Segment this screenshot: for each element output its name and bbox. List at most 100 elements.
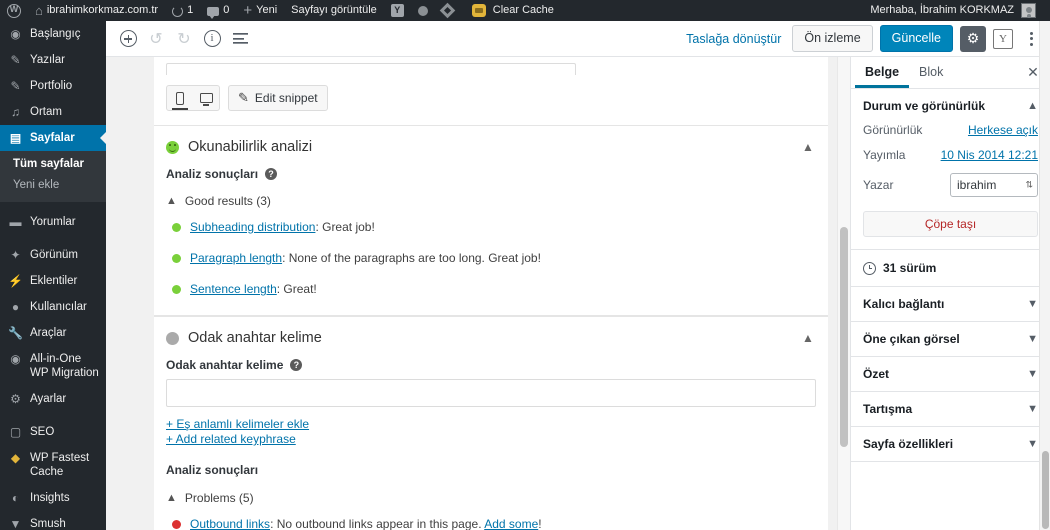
sidebar-item-smush[interactable]: ▼ Smush [0, 511, 106, 530]
page-scrollbar-thumb[interactable] [1042, 451, 1049, 529]
chevron-up-icon[interactable]: ▲ [800, 141, 816, 153]
help-icon[interactable]: ? [265, 168, 278, 180]
analysis-result-link[interactable]: Outbound links [190, 517, 270, 530]
sidebar-item-label: Portfolio [30, 80, 73, 92]
content-scrollbar[interactable] [837, 57, 850, 530]
sidebar-item-ortam[interactable]: ♫ Ortam [0, 99, 106, 125]
analysis-action-link[interactable]: Add some [484, 517, 538, 530]
visibility-link[interactable]: Herkese açık [968, 123, 1038, 137]
wordpress-logo-icon [7, 2, 21, 18]
chevron-up-icon[interactable]: ▲ [800, 332, 816, 344]
edit-snippet-button[interactable]: Edit snippet [228, 85, 328, 111]
keyphrase-problems-group[interactable]: ▲ Problems (5) [166, 491, 816, 505]
device-preview-toggle[interactable] [166, 85, 220, 111]
site-name-menu[interactable]: ibrahimkorkmaz.com.tr [28, 0, 165, 21]
focus-keyphrase-input[interactable] [166, 379, 816, 407]
sidebar-item-yorumlar[interactable]: ▬ Yorumlar [0, 209, 106, 235]
sidebar-item-ayarlar[interactable]: ⚙ Ayarlar [0, 386, 106, 412]
analysis-result-link[interactable]: Sentence length [190, 282, 277, 296]
switch-to-draft-button[interactable]: Taslağa dönüştür [682, 32, 785, 46]
analysis-result-rest: : Great job! [315, 220, 375, 234]
help-icon[interactable]: ? [290, 359, 303, 371]
sidebar-subitem-yeni-ekle[interactable]: Yeni ekle [0, 175, 106, 196]
sidebar-item-label: Smush [30, 518, 66, 530]
publish-date-link[interactable]: 10 Nis 2014 12:21 [941, 148, 1038, 162]
keyphrase-section-header[interactable]: Odak anahtar kelime ▲ [166, 317, 816, 358]
readability-section-header[interactable]: Okunabilirlik analizi ▲ [166, 126, 816, 167]
sidebar-item-insights[interactable]: ◐ Insights [0, 485, 106, 511]
sidebar-item-kullanicilar[interactable]: ● Kullanıcılar [0, 294, 106, 320]
chevron-down-icon: ▼ [1027, 368, 1038, 380]
status-dot-good [172, 223, 181, 232]
sidebar-item-portfolio[interactable]: ✎ Portfolio [0, 73, 106, 99]
block-navigation-button[interactable] [226, 25, 254, 53]
page-scrollbar[interactable] [1039, 21, 1050, 530]
sidebar-item-baslangic[interactable]: ◉ Başlangıç [0, 21, 106, 47]
content-structure-button[interactable] [198, 25, 226, 53]
clear-cache-menu[interactable]: Clear Cache [460, 0, 561, 21]
discussion-panel-header[interactable]: Tartışma ▼ [851, 392, 1050, 426]
excerpt-panel-header[interactable]: Özet ▼ [851, 357, 1050, 391]
page-attributes-panel-header[interactable]: Sayfa özellikleri ▼ [851, 427, 1050, 461]
sidebar-item-yazilar[interactable]: ✎ Yazılar [0, 47, 106, 73]
yoast-sidebar-button[interactable]: Y [993, 28, 1013, 49]
comments-menu[interactable]: 0 [200, 0, 236, 21]
mobile-preview-button[interactable] [167, 86, 193, 110]
sidebar-item-label: WP Fastest Cache [30, 452, 90, 478]
sidebar-subitem-tum-sayfalar[interactable]: Tüm sayfalar [0, 154, 106, 175]
content-scrollbar-thumb[interactable] [840, 227, 848, 447]
add-related-keyphrase-link[interactable]: + Add related keyphrase [166, 432, 816, 447]
analysis-result-link[interactable]: Paragraph length [190, 251, 282, 265]
status-visibility-panel-header[interactable]: Durum ve görünürlük ▲ [851, 89, 1050, 123]
sidebar-item-gorunum[interactable]: ✦ Görünüm [0, 242, 106, 268]
sidebar-item-all-in-one-wp-migration[interactable]: ◉ All-in-One WP Migration [0, 346, 106, 386]
status-visibility-panel-body: Görünürlük Herkese açık Yayımla 10 Nis 2… [851, 123, 1050, 249]
smush-adminbar-menu[interactable] [411, 0, 435, 21]
analysis-result-link[interactable]: Subheading distribution [190, 220, 315, 234]
settings-gear-button[interactable]: ⚙ [960, 25, 986, 52]
wp-logo-menu[interactable] [0, 0, 28, 21]
plus-circle-icon [119, 30, 137, 47]
smush-dot-icon [417, 5, 428, 16]
tab-belge[interactable]: Belge [855, 57, 909, 88]
author-label: Yazar [863, 178, 894, 192]
status-dot-bad [172, 520, 181, 529]
new-content-menu[interactable]: Yeni [236, 0, 284, 21]
pages-icon: ▤ [9, 131, 22, 145]
my-account-menu[interactable]: Merhaba, İbrahim KORKMAZ [863, 0, 1050, 21]
sidebar-item-eklentiler[interactable]: ⚡ Eklentiler [0, 268, 106, 294]
move-to-trash-button[interactable]: Çöpe taşı [863, 211, 1038, 237]
add-synonyms-link[interactable]: + Eş anlamlı kelimeler ekle [166, 417, 816, 432]
yoast-icon: Y [999, 32, 1007, 45]
sidebar-item-label: Başlangıç [30, 28, 81, 40]
sidebar-item-wp-fastest-cache[interactable]: ◆ WP Fastest Cache [0, 445, 106, 485]
sidebar-submenu-sayfalar: Tüm sayfalar Yeni ekle [0, 151, 106, 202]
view-page-link[interactable]: Sayfayı görüntüle [284, 0, 384, 21]
sidebar-item-sayfalar[interactable]: ▤ Sayfalar [0, 125, 106, 151]
add-block-button[interactable] [114, 25, 142, 53]
pencil-icon [238, 90, 249, 106]
tab-blok[interactable]: Blok [909, 57, 953, 88]
sidebar-item-seo[interactable]: ▢ SEO [0, 419, 106, 445]
update-button[interactable]: Güncelle [879, 25, 953, 52]
updates-menu[interactable]: 1 [165, 0, 200, 21]
analysis-result-tail: ! [538, 517, 542, 530]
undo-button[interactable] [142, 25, 170, 53]
litespeed-adminbar-menu[interactable] [435, 0, 460, 21]
readability-good-results-group[interactable]: ▲ Good results (3) [166, 194, 816, 208]
preview-button[interactable]: Ön izleme [792, 25, 873, 52]
revisions-row[interactable]: 31 sürüm [851, 250, 1050, 287]
redo-button[interactable] [170, 25, 198, 53]
snippet-preview-section: Edit snippet [154, 57, 828, 126]
sidebar-item-label: Görünüm [30, 249, 78, 261]
comments-icon: ▬ [9, 215, 22, 229]
sidebar-item-araclar[interactable]: 🔧 Araçlar [0, 320, 106, 346]
chevron-down-icon: ▼ [1027, 298, 1038, 310]
permalink-panel-header[interactable]: Kalıcı bağlantı ▼ [851, 287, 1050, 321]
author-select[interactable]: ibrahim [950, 173, 1038, 197]
yoast-adminbar-menu[interactable] [384, 0, 411, 21]
featured-image-panel-header[interactable]: Öne çıkan görsel ▼ [851, 322, 1050, 356]
desktop-preview-button[interactable] [193, 86, 219, 110]
desktop-icon [199, 93, 213, 106]
insights-icon: ◐ [11, 491, 20, 505]
